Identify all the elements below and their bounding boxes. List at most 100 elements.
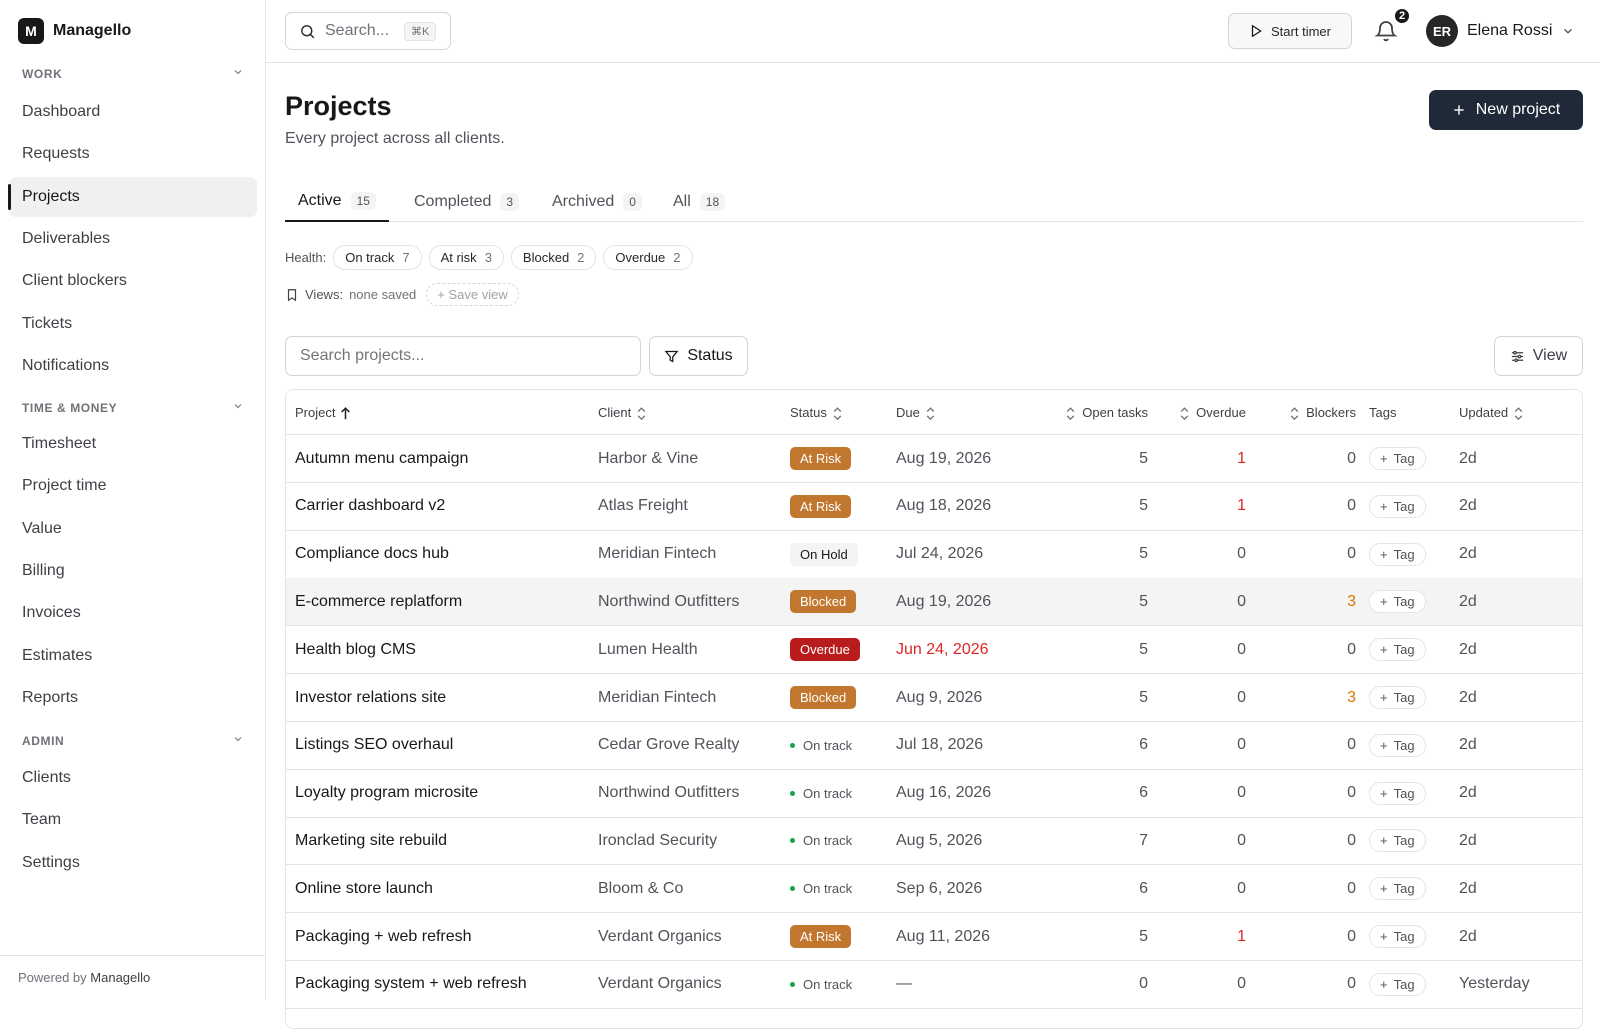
column-header-client[interactable]: Client (598, 390, 783, 434)
sidebar-item-clients[interactable]: Clients (9, 758, 257, 798)
sidebar-item-label: Timesheet (22, 435, 97, 452)
add-tag-button[interactable]: + Tag (1369, 972, 1426, 996)
chevron-down-icon (232, 733, 244, 748)
column-header-tags[interactable]: Tags (1369, 390, 1457, 434)
add-tag-button[interactable]: + Tag (1369, 686, 1426, 709)
status-filter-button[interactable]: Status (649, 336, 748, 376)
add-tag-button[interactable]: + Tag (1369, 733, 1426, 757)
table-row[interactable]: Compliance docs hub Meridian Fintech On Ho… (286, 531, 1582, 579)
add-tag-button[interactable]: + Tag (1369, 638, 1426, 662)
sidebar-item-tickets[interactable]: Tickets (9, 304, 257, 344)
sort-icon (832, 406, 843, 420)
sidebar-item-projects[interactable]: Projects (8, 176, 257, 217)
open-tasks-count: 0 (1139, 975, 1148, 993)
column-header-status[interactable]: Status (790, 390, 890, 434)
project-name[interactable]: Carrier dashboard v2 (295, 497, 445, 515)
sidebar: M Managello WORK Dashboard Requests Project… (0, 0, 266, 1000)
sidebar-item-billing[interactable]: Billing (9, 551, 257, 591)
project-name[interactable]: Packaging + web refresh (295, 928, 472, 946)
column-header-due[interactable]: Due (896, 390, 1046, 434)
project-name[interactable]: Compliance docs hub (295, 545, 449, 563)
tab-active[interactable]: Active 15 (285, 182, 389, 222)
project-name[interactable]: Autumn menu campaign (295, 450, 468, 468)
table-row[interactable]: Health blog CMS Lumen Health Overdue Jun 24… (286, 626, 1582, 675)
add-tag-button[interactable]: + Tag (1369, 829, 1426, 853)
table-row[interactable]: Listings SEO overhaul Cedar Grove Realty O… (286, 722, 1582, 770)
sidebar-item-timesheet[interactable]: Timesheet (9, 424, 257, 464)
table-row[interactable]: Packaging + web refresh Verdant Organics A… (286, 913, 1582, 961)
column-header-label: Due (896, 404, 920, 420)
add-tag-button[interactable]: + Tag (1369, 447, 1426, 470)
global-search[interactable]: Search... ⌘K (285, 12, 451, 50)
brand[interactable]: M Managello (18, 18, 131, 44)
add-tag-button[interactable]: + Tag (1369, 925, 1426, 948)
nav-section-admin[interactable]: ADMIN (22, 733, 244, 748)
project-name[interactable]: Marketing site rebuild (295, 832, 447, 850)
tags-cell: + Tag (1369, 674, 1457, 721)
add-tag-button[interactable]: + Tag (1369, 781, 1426, 805)
health-chip-on-track[interactable]: On track 7 (333, 245, 422, 270)
column-header-blockers[interactable]: Blockers (1261, 390, 1356, 434)
sidebar-item-client-blockers[interactable]: Client blockers (9, 261, 257, 301)
sidebar-item-reports[interactable]: Reports (9, 678, 257, 718)
nav-section-time-and-money[interactable]: TIME & MONEY (22, 400, 244, 415)
table-row[interactable]: Investor relations site Meridian Fintech B… (286, 674, 1582, 722)
sidebar-item-project-time[interactable]: Project time (9, 466, 257, 506)
plus-icon: + (1380, 881, 1388, 897)
blockers-count-cell: 0 (1261, 865, 1356, 912)
add-tag-button[interactable]: + Tag (1369, 542, 1426, 566)
save-view-button[interactable]: + Save view (426, 283, 519, 306)
tab-archived[interactable]: Archived 0 (539, 182, 655, 222)
updated-time-cell: 2d (1459, 674, 1579, 721)
save-view-label: Save view (448, 287, 508, 302)
sidebar-item-estimates[interactable]: Estimates (9, 636, 257, 676)
start-timer-button[interactable]: Start timer (1228, 13, 1352, 49)
health-chip-at-risk[interactable]: At risk 3 (428, 245, 504, 270)
table-row[interactable]: E-commerce replatform Northwind Outfitter… (286, 578, 1582, 627)
sidebar-item-deliverables[interactable]: Deliverables (9, 219, 257, 259)
project-name[interactable]: E-commerce replatform (295, 593, 462, 611)
sidebar-item-notifications[interactable]: Notifications (9, 346, 257, 386)
sidebar-item-settings[interactable]: Settings (9, 843, 257, 883)
sidebar-item-value[interactable]: Value (9, 509, 257, 549)
project-name[interactable]: Health blog CMS (295, 641, 416, 659)
tab-completed[interactable]: Completed 3 (401, 182, 532, 222)
bookmark-icon (287, 288, 297, 301)
health-chip-blocked[interactable]: Blocked 2 (510, 245, 597, 270)
client-name: Harbor & Vine (598, 449, 699, 467)
table-row[interactable]: Autumn menu campaign Harbor & Vine At Risk… (286, 435, 1582, 483)
project-name[interactable]: Online store launch (295, 880, 433, 898)
footer-brand-link[interactable]: Managello (90, 970, 150, 985)
project-name[interactable]: Packaging system + web refresh (295, 975, 527, 993)
nav-section-work[interactable]: WORK (22, 66, 244, 81)
new-project-button[interactable]: New project (1429, 90, 1583, 130)
table-row[interactable]: Carrier dashboard v2 Atlas Freight At Risk… (286, 483, 1582, 531)
table-row[interactable]: Marketing site rebuild Ironclad Security O… (286, 817, 1582, 866)
column-header-open-tasks[interactable]: Open tasks (1048, 390, 1148, 434)
column-header-project[interactable]: Project (295, 390, 585, 434)
sidebar-item-team[interactable]: Team (9, 800, 257, 840)
add-tag-button[interactable]: + Tag (1369, 494, 1426, 518)
column-header-overdue[interactable]: Overdue (1156, 390, 1246, 434)
add-tag-button[interactable]: + Tag (1369, 877, 1426, 901)
health-chip-overdue[interactable]: Overdue 2 (603, 245, 693, 270)
user-menu[interactable]: ER Elena Rossi (1426, 15, 1575, 47)
sidebar-item-invoices[interactable]: Invoices (9, 593, 257, 633)
due-date-cell: Aug 18, 2026 (896, 483, 1046, 530)
column-header-updated[interactable]: Updated (1459, 390, 1579, 434)
add-tag-button[interactable]: + Tag (1369, 590, 1426, 614)
status-badge: Overdue (790, 638, 860, 662)
view-options-button[interactable]: View (1494, 336, 1583, 376)
view-options-label: View (1532, 347, 1568, 364)
sidebar-item-dashboard[interactable]: Dashboard (9, 92, 257, 132)
project-name[interactable]: Investor relations site (295, 689, 446, 707)
sidebar-item-requests[interactable]: Requests (9, 134, 257, 174)
table-row[interactable]: Loyalty program microsite Northwind Outfi… (286, 770, 1582, 818)
project-name[interactable]: Listings SEO overhaul (295, 736, 453, 754)
due-date: Aug 11, 2026 (896, 927, 991, 945)
table-row[interactable]: Online store launch Bloom & Co On track Sep… (286, 865, 1582, 914)
table-row[interactable]: Packaging system + web refresh Verdant Or… (286, 961, 1582, 1009)
project-search-input[interactable] (285, 336, 641, 376)
project-name[interactable]: Loyalty program microsite (295, 784, 478, 802)
tab-all[interactable]: All 18 (660, 182, 738, 222)
